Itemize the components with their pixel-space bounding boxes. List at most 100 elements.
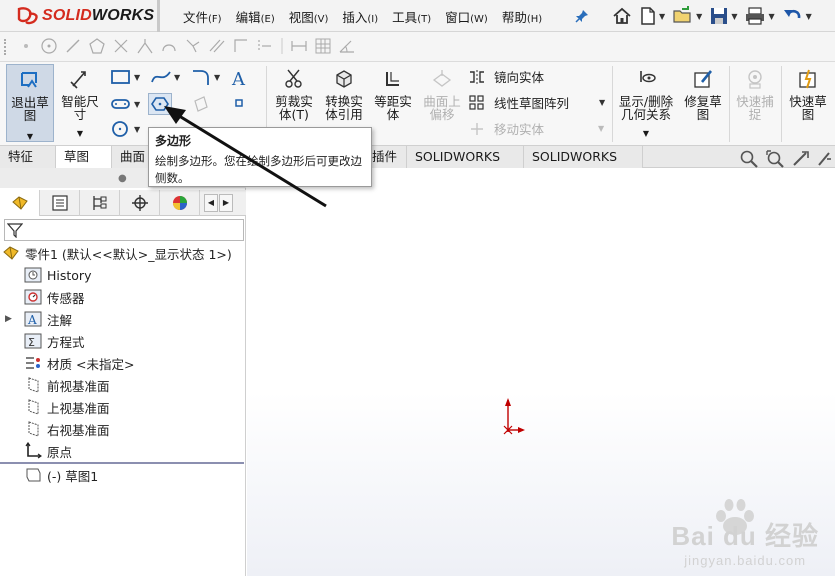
horizontal-dimension-icon[interactable] xyxy=(290,37,308,58)
parallel-lines-icon[interactable] xyxy=(208,37,226,58)
slot-button[interactable]: ▼ xyxy=(110,95,140,113)
polygon-small-icon[interactable] xyxy=(88,37,106,58)
graphics-area[interactable]: Bai du 经验 jingyan.baidu.com xyxy=(247,168,835,576)
separator xyxy=(612,66,613,142)
offset-entities-button[interactable]: 等距实体 xyxy=(371,64,415,121)
spline-button[interactable]: ▼ xyxy=(150,68,180,86)
save-icon[interactable]: ▼ xyxy=(709,6,737,26)
dimxpert-tab[interactable] xyxy=(120,190,160,216)
chevron-down-icon[interactable]: ▼ xyxy=(599,98,605,107)
linear-pattern-button[interactable]: 线性草图阵列 ▼ xyxy=(468,93,605,112)
home-icon[interactable] xyxy=(612,6,632,26)
point-icon[interactable] xyxy=(18,38,34,57)
chevron-down-icon[interactable]: ▼ xyxy=(696,12,702,21)
configurationmanager-tab[interactable] xyxy=(80,190,120,216)
trim-entities-button[interactable]: 剪裁实体(T) xyxy=(272,64,316,121)
smart-dimension-button[interactable]: 智能尺寸 ▼ xyxy=(58,64,102,140)
chevron-down-icon[interactable]: ▼ xyxy=(806,12,812,21)
tab-sketch[interactable]: 草图 xyxy=(56,146,112,168)
chevron-down-icon[interactable]: ▼ xyxy=(214,73,220,82)
chevron-down-icon[interactable]: ▼ xyxy=(134,73,140,82)
expand-arrow-icon[interactable]: ▶ xyxy=(5,314,12,324)
undo-icon[interactable]: ▼ xyxy=(782,6,812,26)
tree-item-top-plane[interactable]: 上视基准面 xyxy=(0,396,246,418)
display-delete-relations-button[interactable]: 显示/删除几何关系 ▼ xyxy=(616,64,676,140)
tree-item-equations[interactable]: Σ 方程式 xyxy=(0,330,246,352)
tree-item-material[interactable]: 材质 <未指定> xyxy=(0,352,246,374)
chevron-down-icon[interactable]: ▼ xyxy=(134,125,140,134)
plane-icon xyxy=(24,398,42,416)
angle-lines-icon[interactable] xyxy=(136,37,154,58)
tree-filter[interactable] xyxy=(4,219,244,241)
convert-entities-button[interactable]: 转换实体引用 xyxy=(321,64,367,121)
menu-view[interactable]: 视图(V) xyxy=(282,7,336,26)
chevron-down-icon[interactable]: ▼ xyxy=(58,127,102,140)
tree-root-label: 零件1 (默认<<默认>_显示状态 1>) xyxy=(25,246,232,262)
tab-solidworks-mbd[interactable]: SOLIDWORKS MBD xyxy=(407,146,524,185)
display-manager-tab[interactable] xyxy=(160,190,200,216)
menu-edit[interactable]: 编辑(E) xyxy=(229,7,282,26)
menu-help[interactable]: 帮助(H) xyxy=(495,7,549,26)
mirror-entities-button[interactable]: 镜向实体 xyxy=(468,67,544,86)
rectangle-button[interactable]: ▼ xyxy=(110,68,140,86)
chevron-down-icon[interactable]: ▼ xyxy=(7,130,53,143)
pin-menu-icon[interactable] xyxy=(574,8,590,24)
sketch-entities-toolbar xyxy=(0,32,835,62)
repair-sketch-button[interactable]: 修复草图 xyxy=(681,64,725,121)
exit-sketch-button[interactable]: 退出草图 ▼ xyxy=(6,64,54,142)
tab-solidworks-cam[interactable]: SOLIDWORKS CAM xyxy=(524,146,643,185)
sketch-text-button[interactable]: A xyxy=(230,68,250,88)
tree-item-history[interactable]: History xyxy=(0,264,246,286)
new-document-icon[interactable]: ▼ xyxy=(639,6,665,26)
rapid-sketch-button[interactable]: 快速草图 xyxy=(785,64,831,121)
propertymanager-tab[interactable] xyxy=(40,190,80,216)
menu-insert[interactable]: 插入(I) xyxy=(335,7,385,26)
tree-item-sensors[interactable]: 传感器 xyxy=(0,286,246,308)
tree-item-front-plane[interactable]: 前视基准面 xyxy=(0,374,246,396)
chevron-down-icon[interactable]: ▼ xyxy=(174,73,180,82)
open-folder-icon[interactable]: ▼ xyxy=(672,6,702,26)
plane-icon xyxy=(24,420,42,438)
corner-icon[interactable] xyxy=(232,37,250,58)
point-button[interactable] xyxy=(234,98,244,108)
tab-features[interactable]: 特征 xyxy=(0,146,56,168)
chevron-down-icon[interactable]: ▼ xyxy=(731,12,737,21)
polygon-button[interactable] xyxy=(148,93,172,115)
fillet-icon[interactable] xyxy=(184,37,202,58)
featuremanager-tab[interactable] xyxy=(0,190,40,216)
chevron-down-icon[interactable]: ▼ xyxy=(659,12,665,21)
chevron-down-icon: ▼ xyxy=(598,124,605,133)
rollback-bar[interactable] xyxy=(0,462,244,464)
tree-item-annotations[interactable]: ▶ A 注解 xyxy=(0,308,246,330)
chevron-down-icon[interactable]: ▼ xyxy=(616,127,676,140)
tree-item-sketch1[interactable]: (-) 草图1 xyxy=(0,464,246,486)
sketch-fillet-button[interactable]: ▼ xyxy=(190,68,220,86)
solidworks-logo[interactable]: SOLIDWORKS xyxy=(16,4,154,28)
circle-button[interactable]: ▼ xyxy=(110,120,140,138)
print-icon[interactable]: ▼ xyxy=(744,6,775,26)
toolbar-grip[interactable] xyxy=(4,39,10,55)
center-point-icon[interactable] xyxy=(40,37,58,58)
tree-item-right-plane[interactable]: 右视基准面 xyxy=(0,418,246,440)
polygon-tooltip: 多边形 绘制多边形。您在绘制多边形后可更改边侧数。 xyxy=(148,127,372,187)
title-bar: SOLIDWORKS 文件(F) 编辑(E) 视图(V) 插入(I) 工具(T)… xyxy=(0,0,835,32)
angle-dimension-icon[interactable] xyxy=(338,37,356,58)
arc-icon[interactable] xyxy=(160,37,178,58)
chevron-down-icon[interactable]: ▼ xyxy=(768,12,774,21)
intersect-lines-icon[interactable] xyxy=(112,37,130,58)
chevron-left-icon[interactable]: ◀ xyxy=(204,193,218,212)
dimension-dots-icon[interactable] xyxy=(256,37,274,58)
filter-icon[interactable] xyxy=(6,222,24,241)
smart-dimension-label: 智能尺寸 xyxy=(61,94,99,122)
chevron-down-icon[interactable]: ▼ xyxy=(134,100,140,109)
annotation-icon: A xyxy=(24,310,42,328)
menu-file[interactable]: 文件(F) xyxy=(176,7,229,26)
menu-window[interactable]: 窗口(W) xyxy=(438,7,495,26)
grid-icon[interactable] xyxy=(314,37,332,58)
line-icon[interactable] xyxy=(64,37,82,58)
menu-tools[interactable]: 工具(T) xyxy=(385,7,438,26)
surface-offset-button: 曲面上偏移 xyxy=(420,64,464,121)
tree-root-part[interactable]: 零件1 (默认<<默认>_显示状态 1>) xyxy=(0,242,246,264)
tree-item-origin[interactable]: 原点 xyxy=(0,440,246,462)
chevron-right-icon[interactable]: ▶ xyxy=(219,193,233,212)
